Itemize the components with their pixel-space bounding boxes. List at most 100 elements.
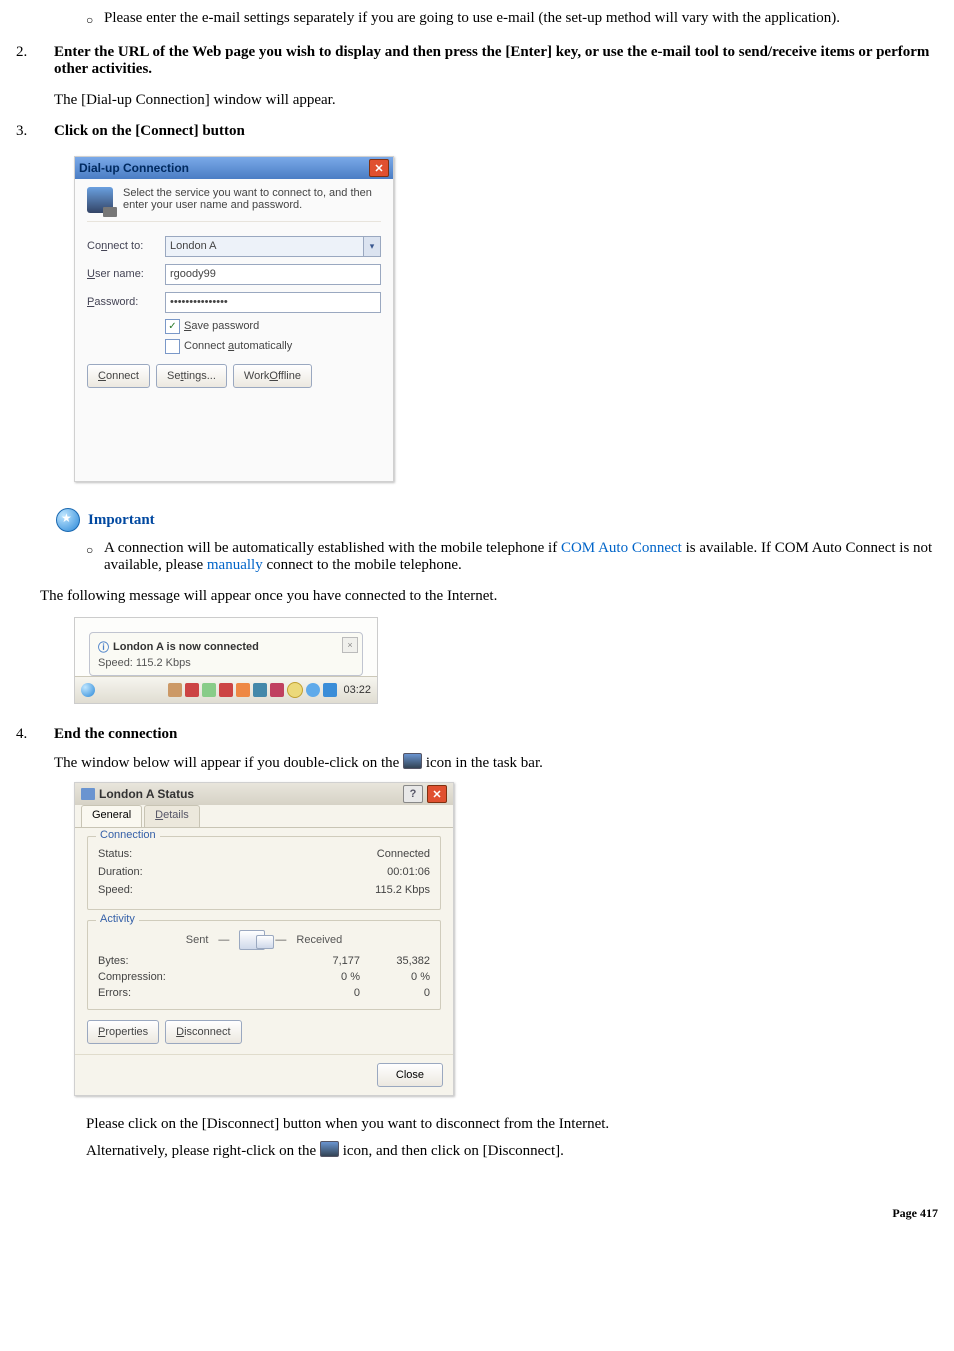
- step-2-followup: The [Dial-up Connection] window will app…: [54, 92, 938, 109]
- connect-to-label: Connect to:: [87, 240, 165, 252]
- info-icon: ⓘ: [98, 639, 109, 655]
- compression-recv: 0 %: [360, 971, 430, 983]
- status-label: Status:: [98, 848, 132, 860]
- connect-button[interactable]: Connect: [87, 364, 150, 388]
- tray-icon[interactable]: [253, 683, 267, 697]
- properties-button[interactable]: Properties: [87, 1020, 159, 1044]
- step-3-heading: Click on the [Connect] button: [54, 123, 938, 140]
- help-icon[interactable]: ?: [403, 785, 423, 803]
- balloon-title-text: London A is now connected: [113, 641, 259, 653]
- tray-icon[interactable]: [185, 683, 199, 697]
- tray-icon[interactable]: [270, 683, 284, 697]
- status-window: London A Status ? ✕ General Details Conn…: [74, 782, 454, 1096]
- activity-group: Activity Sent — — Received Bytes: 7,177 …: [87, 920, 441, 1010]
- network-icon: [87, 187, 113, 213]
- tray-icon[interactable]: [236, 683, 250, 697]
- tray-icon[interactable]: [323, 683, 337, 697]
- tray-icon[interactable]: [306, 683, 320, 697]
- close-button[interactable]: Close: [377, 1063, 443, 1087]
- errors-label: Errors:: [98, 987, 290, 999]
- user-name-value: rgoody99: [170, 268, 216, 280]
- status-titlebar: London A Status ? ✕: [75, 783, 453, 805]
- step-4-line: The window below will appear if you doub…: [54, 753, 938, 772]
- tray-icon[interactable]: [202, 683, 216, 697]
- connect-auto-checkbox[interactable]: [165, 339, 180, 354]
- save-password-checkbox[interactable]: ✓: [165, 319, 180, 334]
- dialup-title: Dial-up Connection: [79, 161, 189, 175]
- dialup-titlebar: Dial-up Connection ✕: [75, 157, 393, 179]
- important-label: Important: [88, 512, 155, 529]
- settings-button[interactable]: Settings...: [156, 364, 227, 388]
- dialup-window: Dial-up Connection ✕ Select the service …: [74, 156, 394, 482]
- dialup-intro: Select the service you want to connect t…: [123, 187, 381, 213]
- close-icon[interactable]: ✕: [369, 159, 389, 177]
- taskbar: 03:22: [75, 676, 377, 703]
- connection-group: Connection Status:Connected Duration:00:…: [87, 836, 441, 910]
- errors-recv: 0: [360, 987, 430, 999]
- bytes-label: Bytes:: [98, 955, 290, 967]
- status-title: London A Status: [99, 787, 194, 801]
- duration-label: Duration:: [98, 866, 143, 878]
- connect-to-dropdown[interactable]: London A ▾: [165, 236, 381, 257]
- tray-icon[interactable]: [287, 682, 303, 698]
- close-icon[interactable]: ✕: [427, 785, 447, 803]
- password-label: Password:: [87, 296, 165, 308]
- disconnect-line-2: Alternatively, please right-click on the…: [86, 1141, 938, 1160]
- important-icon: [56, 508, 80, 532]
- tray-icons: [168, 682, 337, 698]
- connection-icon: [81, 788, 95, 800]
- bytes-recv: 35,382: [360, 955, 430, 967]
- connect-to-value: London A: [170, 240, 217, 252]
- important-callout: Important: [56, 508, 938, 532]
- important-text: A connection will be automatically estab…: [104, 540, 938, 574]
- activity-legend: Activity: [96, 913, 139, 925]
- balloon-close-icon[interactable]: ×: [342, 637, 358, 653]
- manually-link[interactable]: manually: [207, 557, 263, 573]
- compression-label: Compression:: [98, 971, 290, 983]
- tab-general[interactable]: General: [81, 805, 142, 827]
- user-name-input[interactable]: rgoody99: [165, 264, 381, 285]
- password-value: •••••••••••••••: [170, 296, 228, 308]
- step-4: 4. End the connection The window below w…: [16, 726, 938, 772]
- step-4-heading: End the connection: [54, 726, 938, 743]
- bullet-circle: ○: [86, 540, 104, 574]
- page-number: Page 417: [16, 1206, 938, 1221]
- start-icon[interactable]: [81, 683, 95, 697]
- disconnect-line-1: Please click on the [Disconnect] button …: [86, 1116, 938, 1133]
- com-auto-connect-link[interactable]: COM Auto Connect: [561, 540, 682, 556]
- duration-value: 00:01:06: [387, 866, 430, 878]
- computers-icon: [239, 930, 265, 950]
- speed-value: 115.2 Kbps: [375, 884, 430, 896]
- chevron-down-icon[interactable]: ▾: [363, 237, 380, 256]
- connect-auto-label: Connect automatically: [184, 340, 292, 352]
- user-name-label: User name:: [87, 268, 165, 280]
- speed-label: Speed:: [98, 884, 133, 896]
- save-password-label: Save password: [184, 320, 259, 332]
- work-offline-button[interactable]: Work Offline: [233, 364, 312, 388]
- balloon-tooltip: ⓘ London A is now connected Speed: 115.2…: [89, 632, 363, 676]
- disconnect-button[interactable]: Disconnect: [165, 1020, 241, 1044]
- balloon-speed: Speed: 115.2 Kbps: [98, 657, 354, 669]
- tray-icon[interactable]: [219, 683, 233, 697]
- taskbar-clock: 03:22: [343, 684, 371, 696]
- status-tabs: General Details: [75, 805, 453, 828]
- tray-icon[interactable]: [168, 683, 182, 697]
- password-input[interactable]: •••••••••••••••: [165, 292, 381, 313]
- step-number: 2.: [16, 44, 54, 109]
- bullet-circle: ○: [86, 10, 104, 30]
- compression-sent: 0 %: [290, 971, 360, 983]
- step-3: 3. Click on the [Connect] button: [16, 123, 938, 140]
- errors-sent: 0: [290, 987, 360, 999]
- step-2-heading: Enter the URL of the Web page you wish t…: [54, 44, 938, 78]
- sent-heading: Sent: [186, 934, 209, 946]
- step-2: 2. Enter the URL of the Web page you wis…: [16, 44, 938, 109]
- sub-bullet: ○ Please enter the e-mail settings separ…: [86, 10, 938, 30]
- tab-details[interactable]: Details: [144, 805, 200, 827]
- received-heading: Received: [296, 934, 342, 946]
- balloon-screenshot: ⓘ London A is now connected Speed: 115.2…: [74, 617, 378, 704]
- status-value: Connected: [377, 848, 430, 860]
- step-number: 3.: [16, 123, 54, 140]
- important-bullet: ○ A connection will be automatically est…: [86, 540, 938, 574]
- connection-tray-icon: [320, 1141, 339, 1157]
- step-number: 4.: [16, 726, 54, 772]
